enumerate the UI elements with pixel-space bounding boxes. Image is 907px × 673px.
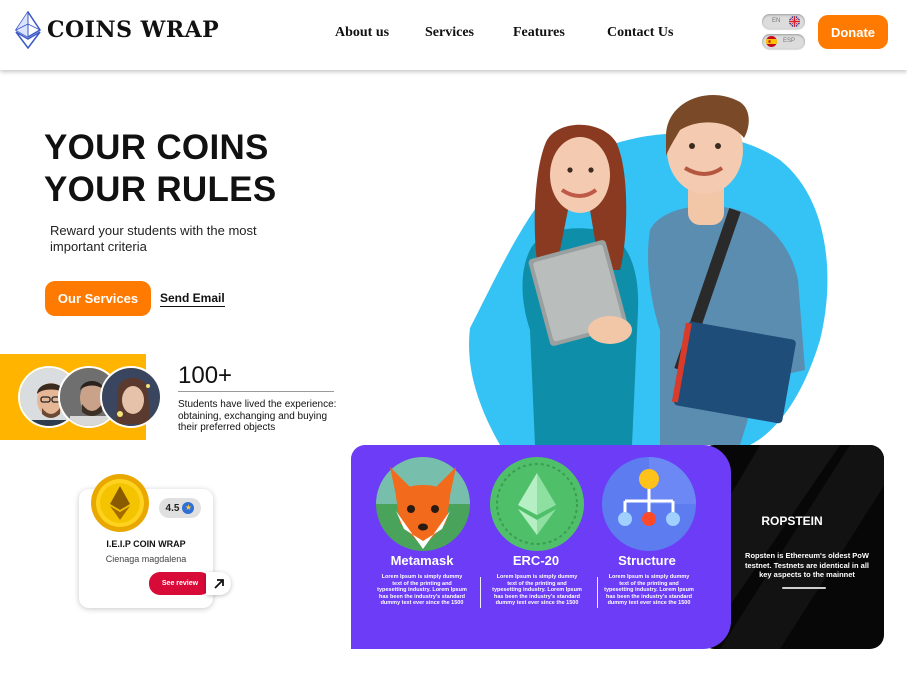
- boy-figure: [648, 94, 805, 445]
- fox-icon: [376, 457, 470, 551]
- arrow-up-right-icon[interactable]: [206, 572, 231, 595]
- nav-features[interactable]: Features: [513, 25, 565, 41]
- hero-title-line1: COINS: [146, 128, 269, 167]
- feature-title-metamask: Metamask: [390, 553, 454, 568]
- donate-button[interactable]: Donate: [818, 15, 888, 49]
- rating-value: 4.5: [165, 502, 180, 514]
- feature-desc-structure: Lorem Ipsum is simply dummy text of the …: [604, 574, 694, 607]
- divider: [178, 391, 334, 392]
- feature-desc-erc20: Lorem Ipsum is simply dummy text of the …: [492, 574, 582, 607]
- ethereum-coin-icon: [91, 474, 149, 532]
- hero-title: YOUR COINS YOUR RULES: [44, 127, 276, 211]
- hero-title-bold: YOUR: [44, 128, 147, 167]
- school-location: Cienaga magdalena: [105, 554, 187, 564]
- our-services-button[interactable]: Our Services: [45, 281, 151, 316]
- students-description: Students have lived the experience: obta…: [178, 399, 337, 433]
- feature-title-erc20: ERC-20: [512, 553, 560, 568]
- site-header: COINS WRAP About us Services Features Co…: [0, 0, 907, 70]
- ethereum-token-icon: [490, 457, 584, 551]
- avatar: [100, 366, 162, 428]
- hierarchy-icon: [602, 457, 696, 551]
- divider: [480, 577, 481, 608]
- ropstein-description: Ropsten is Ethereum's oldest PoW testnet…: [744, 551, 870, 579]
- language-label: ESP: [783, 38, 796, 44]
- nav-contact-us[interactable]: Contact Us: [607, 25, 674, 41]
- star-icon: ★: [182, 502, 195, 514]
- students-illustration: [469, 94, 828, 445]
- hero-title-line2: YOUR RULES: [44, 170, 277, 209]
- girl-figure: [522, 124, 639, 445]
- language-toggle-en[interactable]: EN: [762, 14, 805, 29]
- ropstein-title: ROPSTEIN: [761, 514, 823, 528]
- students-count: 100+: [178, 362, 233, 389]
- feature-title-structure: Structure: [618, 553, 676, 568]
- spain-flag-icon: [766, 36, 777, 47]
- school-name: I.E.I.P COIN WRAP: [106, 539, 186, 549]
- send-email-link[interactable]: Send Email: [160, 291, 225, 307]
- see-review-button[interactable]: See review: [149, 572, 211, 595]
- language-label: EN: [772, 18, 781, 24]
- ropstein-underline: [782, 587, 826, 589]
- divider: [597, 577, 598, 608]
- nav-about-us[interactable]: About us: [335, 25, 389, 41]
- uk-flag-icon: [789, 16, 800, 27]
- rating-badge: 4.5 ★: [159, 498, 201, 518]
- logo-text: COINS WRAP: [47, 17, 220, 43]
- ethereum-icon: [15, 11, 41, 49]
- logo[interactable]: COINS WRAP: [15, 11, 219, 49]
- language-toggle-esp[interactable]: ESP: [762, 34, 805, 49]
- hero-subtitle: Reward your students with the most impor…: [50, 223, 257, 254]
- nav-services[interactable]: Services: [425, 25, 474, 41]
- feature-desc-metamask: Lorem Ipsum is simply dummy text of the …: [377, 574, 467, 607]
